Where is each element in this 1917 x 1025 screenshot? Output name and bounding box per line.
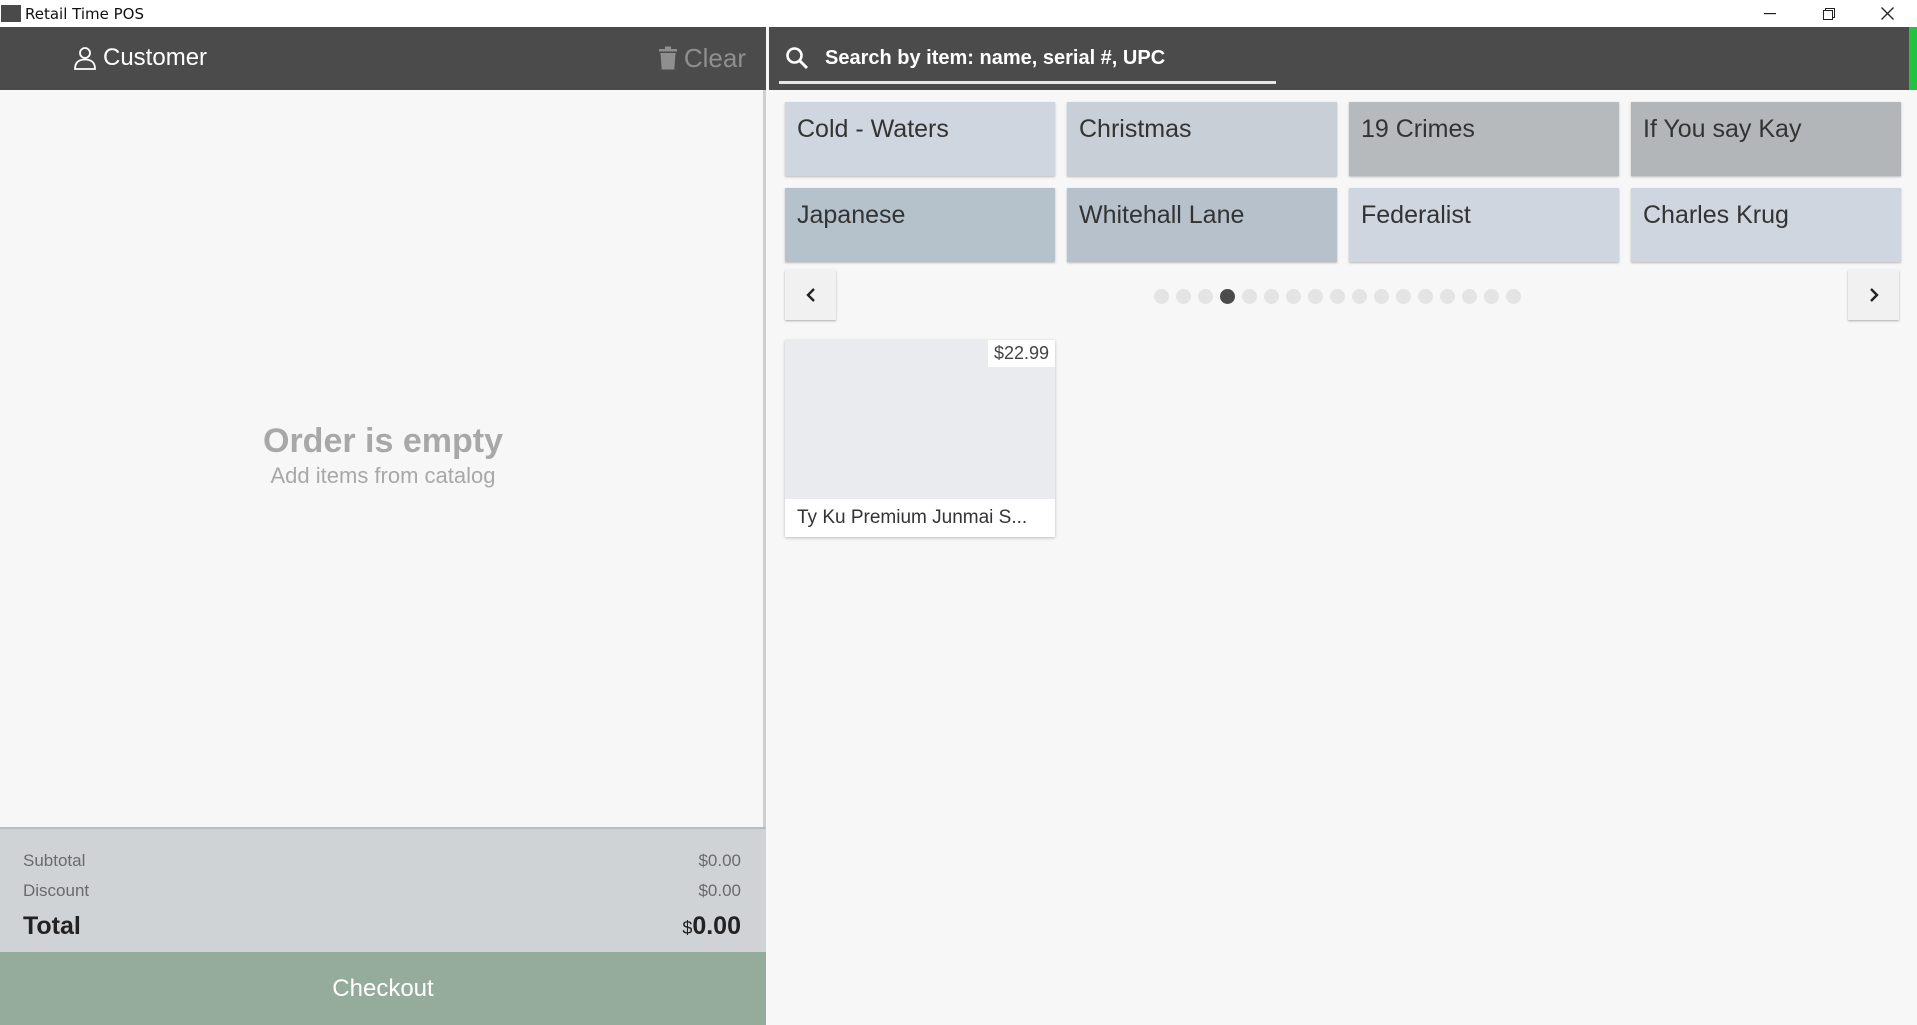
chevron-right-icon bbox=[1869, 288, 1879, 302]
page-dot[interactable] bbox=[1396, 289, 1411, 304]
empty-order-subtitle: Add items from catalog bbox=[270, 463, 496, 488]
minimize-icon bbox=[1763, 12, 1776, 14]
empty-order-message: Order is empty Add items from catalog bbox=[0, 422, 766, 489]
page-dot[interactable] bbox=[1264, 289, 1279, 304]
page-indicator bbox=[1154, 289, 1521, 304]
discount-label: Discount bbox=[23, 881, 90, 900]
search-icon[interactable] bbox=[785, 46, 809, 70]
customer-label: Customer bbox=[103, 44, 208, 71]
subtotal-value: $0.00 bbox=[698, 851, 741, 870]
product-price: $22.99 bbox=[987, 340, 1055, 367]
page-dot[interactable] bbox=[1154, 289, 1169, 304]
page-dot[interactable] bbox=[1440, 289, 1455, 304]
app-logo-icon bbox=[1, 5, 21, 22]
page-dot[interactable] bbox=[1418, 289, 1433, 304]
chevron-left-icon bbox=[805, 288, 815, 302]
window-titlebar: Retail Time POS bbox=[0, 0, 1917, 27]
discount-value: $0.00 bbox=[698, 881, 741, 900]
subtotal-label: Subtotal bbox=[23, 851, 86, 870]
category-tile[interactable]: Christmas bbox=[1067, 102, 1337, 176]
catalog-panel: Cold - WatersChristmas19 CrimesIf You sa… bbox=[769, 27, 1917, 1025]
category-tile[interactable]: Whitehall Lane bbox=[1067, 188, 1337, 262]
catalog-header bbox=[769, 27, 1917, 90]
order-totals: Subtotal $0.00 Discount $0.00 Total $0.0… bbox=[0, 827, 766, 952]
category-tile[interactable]: Cold - Waters bbox=[785, 102, 1055, 176]
page-dot[interactable] bbox=[1330, 289, 1345, 304]
status-indicator bbox=[1909, 27, 1917, 90]
close-button[interactable] bbox=[1858, 0, 1917, 27]
page-dot[interactable] bbox=[1286, 289, 1301, 304]
restore-icon bbox=[1822, 7, 1835, 20]
total-amount: 0.00 bbox=[692, 912, 741, 940]
page-dot[interactable] bbox=[1242, 289, 1257, 304]
total-row: Total $0.00 bbox=[23, 912, 741, 941]
empty-order-title: Order is empty bbox=[263, 422, 503, 460]
category-tile[interactable]: 19 Crimes bbox=[1349, 102, 1619, 176]
page-dot[interactable] bbox=[1220, 289, 1235, 304]
category-tile[interactable]: If You say Kay bbox=[1631, 102, 1901, 176]
checkout-button[interactable]: Checkout bbox=[0, 952, 766, 1025]
customer-button[interactable]: Customer bbox=[73, 42, 207, 74]
total-label: Total bbox=[23, 912, 81, 940]
clear-button[interactable]: Clear bbox=[658, 42, 746, 74]
clear-label: Clear bbox=[683, 42, 746, 73]
page-dot[interactable] bbox=[1176, 289, 1191, 304]
search-bar bbox=[779, 35, 1276, 84]
page-dot[interactable] bbox=[1506, 289, 1521, 304]
discount-row: Discount $0.00 bbox=[23, 881, 741, 901]
total-currency: $ bbox=[682, 918, 693, 938]
page-dot[interactable] bbox=[1462, 289, 1477, 304]
category-tile[interactable]: Japanese bbox=[785, 188, 1055, 262]
prev-page-button[interactable] bbox=[785, 270, 836, 320]
restore-button[interactable] bbox=[1799, 0, 1858, 27]
category-tile[interactable]: Federalist bbox=[1349, 188, 1619, 262]
close-icon bbox=[1881, 7, 1894, 20]
page-dot[interactable] bbox=[1374, 289, 1389, 304]
page-dot[interactable] bbox=[1198, 289, 1213, 304]
trash-icon bbox=[658, 46, 677, 70]
search-input[interactable] bbox=[825, 46, 1245, 70]
window-controls bbox=[1740, 0, 1917, 27]
order-header: Customer Clear bbox=[0, 27, 766, 90]
total-value: $0.00 bbox=[682, 912, 741, 941]
product-name: Ty Ku Premium Junmai S... bbox=[797, 507, 1028, 528]
page-dot[interactable] bbox=[1308, 289, 1323, 304]
minimize-button[interactable] bbox=[1740, 0, 1799, 27]
order-panel: Customer Clear Order is empty Add items … bbox=[0, 27, 766, 1025]
subtotal-row: Subtotal $0.00 bbox=[23, 851, 741, 871]
window-title: Retail Time POS bbox=[25, 4, 145, 23]
user-icon bbox=[74, 47, 96, 70]
page-dot[interactable] bbox=[1484, 289, 1499, 304]
category-tile[interactable]: Charles Krug bbox=[1631, 188, 1901, 262]
page-dot[interactable] bbox=[1352, 289, 1367, 304]
product-card[interactable]: $22.99 Ty Ku Premium Junmai S... bbox=[785, 340, 1055, 537]
next-page-button[interactable] bbox=[1848, 270, 1899, 320]
